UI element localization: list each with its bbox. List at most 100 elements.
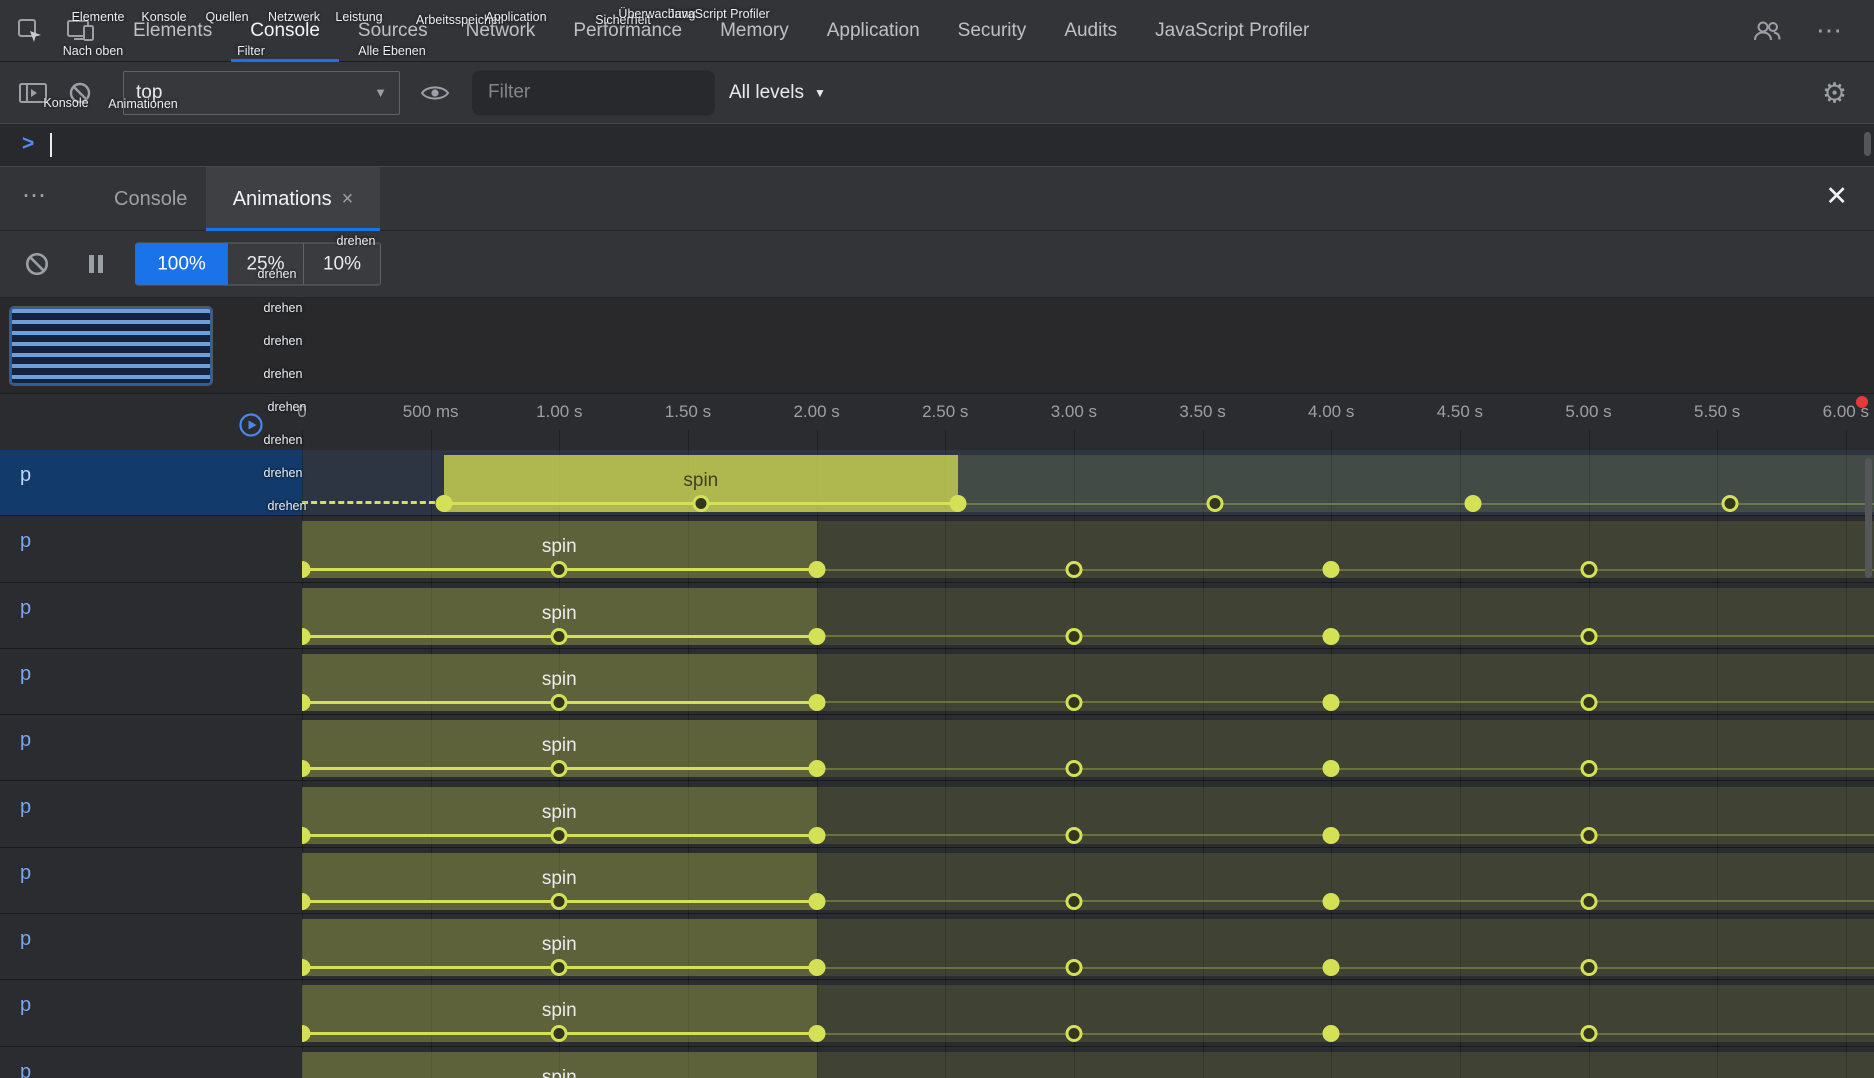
- inspect-icon[interactable]: [16, 17, 44, 45]
- animation-row[interactable]: spinp: [0, 1047, 1874, 1078]
- keyframe-marker[interactable]: [1323, 628, 1340, 645]
- tab-performance[interactable]: Performance: [554, 0, 701, 62]
- animation-row[interactable]: spinp: [0, 649, 1874, 715]
- drawer-more-icon[interactable]: ⋯: [22, 181, 48, 210]
- animation-row[interactable]: spinp: [0, 914, 1874, 980]
- tab-network[interactable]: Network: [447, 0, 555, 62]
- keyframe-marker[interactable]: [1580, 1025, 1597, 1042]
- keyframe-marker[interactable]: [1323, 561, 1340, 578]
- tab-audits[interactable]: Audits: [1045, 0, 1136, 62]
- keyframe-marker[interactable]: [1065, 561, 1082, 578]
- keyframe-marker[interactable]: [1065, 628, 1082, 645]
- row-header[interactable]: p: [0, 782, 302, 847]
- row-header[interactable]: p: [0, 715, 302, 780]
- execution-context-select[interactable]: top ▼: [123, 71, 400, 115]
- keyframe-marker[interactable]: [1580, 694, 1597, 711]
- keyframe-marker[interactable]: [551, 827, 568, 844]
- keyframe-marker[interactable]: [808, 561, 825, 578]
- playback-rate-10-button[interactable]: 10%: [304, 244, 380, 285]
- tab-javascript-profiler[interactable]: JavaScript Profiler: [1136, 0, 1328, 62]
- tab-close-icon[interactable]: ×: [342, 188, 354, 211]
- keyframe-marker[interactable]: [1323, 1025, 1340, 1042]
- keyframe-marker[interactable]: [1580, 959, 1597, 976]
- console-prompt-row[interactable]: >: [0, 124, 1874, 167]
- playback-rate-25-button[interactable]: 25%: [228, 244, 304, 285]
- profile-icon[interactable]: [1752, 19, 1782, 43]
- keyframe-marker[interactable]: [1323, 694, 1340, 711]
- animation-row[interactable]: spinp: [0, 782, 1874, 848]
- filter-input[interactable]: [472, 70, 715, 115]
- playback-rate-100-button[interactable]: 100%: [136, 244, 228, 285]
- replay-icon[interactable]: [238, 412, 264, 443]
- row-header[interactable]: p: [0, 649, 302, 714]
- tab-elements[interactable]: Elements: [114, 0, 231, 62]
- keyframe-marker[interactable]: [950, 495, 967, 512]
- row-header[interactable]: p: [0, 848, 302, 913]
- scrollbar-thumb[interactable]: [1864, 132, 1871, 156]
- keyframe-marker[interactable]: [1323, 827, 1340, 844]
- animation-row[interactable]: spinp: [0, 516, 1874, 582]
- drawer-tab-console[interactable]: Console: [96, 167, 205, 231]
- more-options-icon[interactable]: ⋯: [1816, 15, 1844, 46]
- pause-icon[interactable]: [86, 252, 106, 276]
- keyframe-marker[interactable]: [1580, 561, 1597, 578]
- keyframe-marker[interactable]: [551, 1025, 568, 1042]
- keyframe-marker[interactable]: [1065, 1025, 1082, 1042]
- keyframe-marker[interactable]: [1065, 760, 1082, 777]
- device-toolbar-icon[interactable]: [66, 18, 96, 44]
- keyframe-marker[interactable]: [808, 893, 825, 910]
- keyframe-marker[interactable]: [808, 628, 825, 645]
- tab-memory[interactable]: Memory: [701, 0, 808, 62]
- keyframe-marker[interactable]: [551, 959, 568, 976]
- keyframe-marker[interactable]: [435, 495, 452, 512]
- row-header[interactable]: p: [0, 450, 302, 515]
- tab-security[interactable]: Security: [939, 0, 1046, 62]
- console-sidebar-icon[interactable]: [18, 81, 48, 105]
- animation-row[interactable]: spinp: [0, 715, 1874, 781]
- keyframe-marker[interactable]: [551, 561, 568, 578]
- keyframe-marker[interactable]: [692, 495, 709, 512]
- keyframe-marker[interactable]: [808, 694, 825, 711]
- animation-preview-thumbnail[interactable]: [10, 307, 212, 385]
- keyframe-marker[interactable]: [551, 893, 568, 910]
- clear-console-icon[interactable]: [68, 81, 92, 105]
- keyframe-marker[interactable]: [1464, 495, 1481, 512]
- drawer-close-icon[interactable]: ✕: [1825, 181, 1848, 212]
- animation-row[interactable]: spinp: [0, 583, 1874, 649]
- keyframe-marker[interactable]: [1323, 959, 1340, 976]
- keyframe-marker[interactable]: [1580, 760, 1597, 777]
- keyframe-marker[interactable]: [551, 628, 568, 645]
- drawer-tab-animations[interactable]: Animations ×: [206, 167, 380, 231]
- keyframe-marker[interactable]: [1207, 495, 1224, 512]
- row-header[interactable]: p: [0, 583, 302, 648]
- scrubber-marker[interactable]: [1856, 396, 1868, 408]
- keyframe-marker[interactable]: [1722, 495, 1739, 512]
- keyframe-marker[interactable]: [551, 694, 568, 711]
- keyframe-marker[interactable]: [1580, 628, 1597, 645]
- tab-console[interactable]: Console: [231, 0, 339, 62]
- keyframe-marker[interactable]: [1065, 694, 1082, 711]
- animation-row[interactable]: spinp: [0, 450, 1874, 516]
- animation-row[interactable]: spinp: [0, 848, 1874, 914]
- keyframe-marker[interactable]: [1323, 760, 1340, 777]
- tab-sources[interactable]: Sources: [339, 0, 447, 62]
- tab-application[interactable]: Application: [808, 0, 939, 62]
- row-header[interactable]: p: [0, 980, 302, 1045]
- settings-gear-icon[interactable]: ⚙: [1822, 76, 1847, 109]
- keyframe-marker[interactable]: [1065, 827, 1082, 844]
- keyframe-marker[interactable]: [808, 959, 825, 976]
- row-header[interactable]: p: [0, 914, 302, 979]
- keyframe-marker[interactable]: [551, 760, 568, 777]
- log-levels-select[interactable]: All levels ▼: [729, 82, 826, 104]
- clear-animations-icon[interactable]: [24, 251, 50, 277]
- keyframe-marker[interactable]: [1580, 893, 1597, 910]
- keyframe-marker[interactable]: [808, 760, 825, 777]
- keyframe-marker[interactable]: [1065, 959, 1082, 976]
- row-header[interactable]: p: [0, 516, 302, 581]
- keyframe-marker[interactable]: [808, 827, 825, 844]
- animation-row[interactable]: spinp: [0, 980, 1874, 1046]
- keyframe-marker[interactable]: [1323, 893, 1340, 910]
- scrollbar-thumb[interactable]: [1865, 458, 1872, 578]
- eye-icon[interactable]: [420, 82, 450, 104]
- keyframe-marker[interactable]: [808, 1025, 825, 1042]
